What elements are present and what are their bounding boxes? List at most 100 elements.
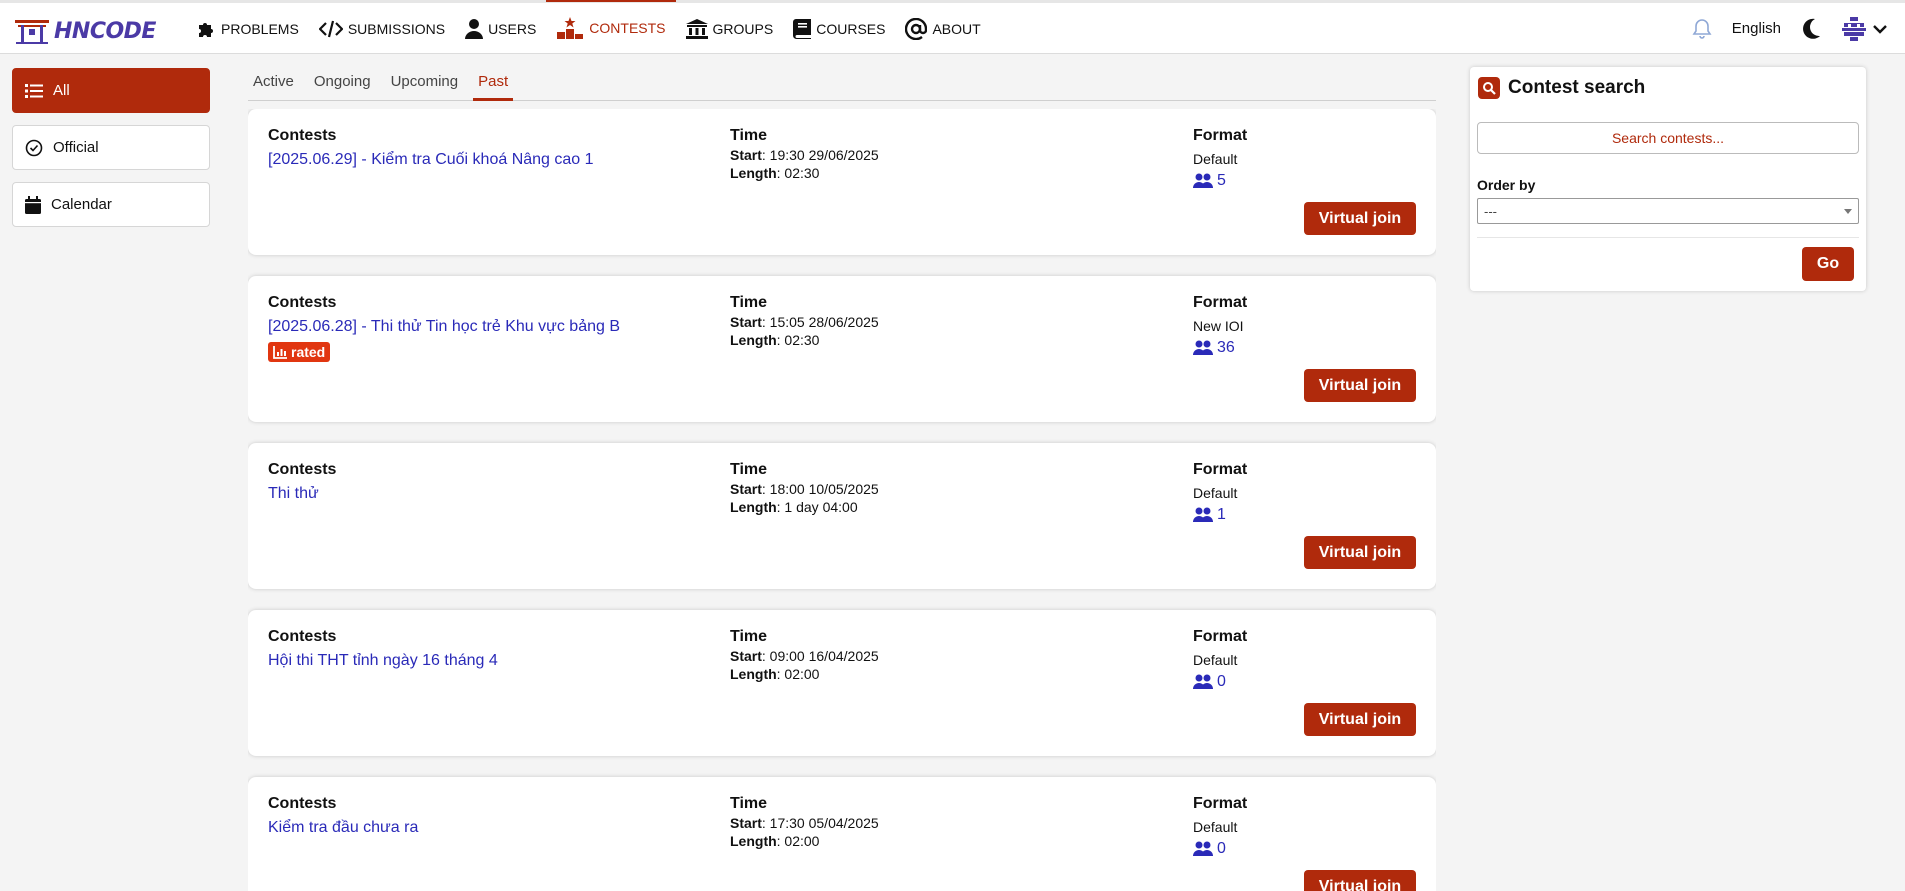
nav-label: GROUPS [712, 20, 774, 37]
rated-badge: rated [268, 342, 331, 362]
participant-count: 0 [1217, 840, 1226, 857]
nav-problems[interactable]: PROBLEMS [186, 3, 309, 54]
format-column: Format Default 0 [1193, 628, 1247, 691]
start-time: Start: 15:05 28/06/2025 [730, 314, 879, 330]
contest-column: Contests [2025.06.28] - Thi thử Tin học … [268, 294, 620, 364]
order-by-select[interactable]: --- [1477, 198, 1859, 224]
participant-count-link[interactable]: 5 [1193, 172, 1247, 190]
start-time: Start: 18:00 10/05/2025 [730, 481, 879, 497]
contest-search-panel: Contest search Order by --- Go [1470, 67, 1866, 291]
virtual-join-button[interactable]: Virtual join [1304, 703, 1416, 736]
institution-icon [685, 18, 708, 39]
calendar-icon [25, 195, 41, 214]
tab-past[interactable]: Past [473, 66, 514, 101]
nav-label: USERS [488, 20, 537, 37]
nav-contests[interactable]: CONTESTS [546, 0, 676, 54]
divider [1477, 237, 1859, 238]
at-icon [905, 17, 928, 40]
format-header: Format [1193, 795, 1248, 812]
participant-count-link[interactable]: 1 [1193, 506, 1247, 524]
users-icon [1193, 173, 1213, 188]
sidebar-item-official[interactable]: Official [12, 125, 210, 170]
format-column: Format Default 0 [1193, 795, 1247, 858]
time-column: Time Start: 09:00 16/04/2025 Length: 02:… [730, 628, 879, 682]
nav-submissions[interactable]: SUBMISSIONS [309, 3, 455, 54]
contests-header: Contests [268, 294, 337, 311]
contest-card: Contests Hội thi THT tỉnh ngày 16 tháng … [248, 610, 1436, 756]
contest-length: Length: 1 day 04:00 [730, 499, 858, 515]
nav-label: SUBMISSIONS [347, 20, 446, 37]
sidebar-item-label: Official [53, 139, 99, 156]
contest-list: Contests [2025.06.29] - Kiểm tra Cuối kh… [248, 109, 1436, 891]
moon-icon[interactable] [1801, 18, 1821, 40]
start-time: Start: 19:30 29/06/2025 [730, 147, 879, 163]
format-header: Format [1193, 461, 1248, 478]
nav-courses[interactable]: COURSES [783, 3, 895, 54]
bell-icon[interactable] [1692, 18, 1712, 40]
participant-count-link[interactable]: 0 [1193, 673, 1247, 691]
puzzle-icon [199, 22, 213, 37]
sidebar-item-all[interactable]: All [12, 68, 210, 113]
contests-header: Contests [268, 628, 337, 645]
user-menu[interactable] [1841, 15, 1887, 42]
gate-logo-icon [15, 20, 49, 44]
contest-name-link[interactable]: Kiểm tra đầu chưa ra [268, 819, 418, 837]
virtual-join-button[interactable]: Virtual join [1304, 536, 1416, 569]
top-navbar: HNCODE PROBLEMS SUBMISSIONS USERS CONTES… [0, 0, 1905, 54]
contest-length: Length: 02:00 [730, 833, 820, 849]
sidebar-item-label: All [53, 82, 70, 99]
time-header: Time [730, 294, 768, 311]
participant-count-link[interactable]: 36 [1193, 339, 1247, 357]
nav-label: CONTESTS [589, 20, 666, 36]
check-circle-icon [25, 139, 43, 156]
search-icon [1478, 77, 1500, 99]
time-header: Time [730, 127, 768, 144]
tab-upcoming[interactable]: Upcoming [386, 66, 464, 101]
participant-count: 0 [1217, 673, 1226, 690]
format-column: Format Default 5 [1193, 127, 1247, 190]
contest-filter-sidebar: All Official Calendar [12, 68, 210, 239]
site-logo[interactable]: HNCODE [14, 17, 156, 45]
virtual-join-button[interactable]: Virtual join [1304, 870, 1416, 891]
contest-format: Default [1193, 151, 1238, 167]
order-by-value: --- [1484, 203, 1497, 219]
nav-about[interactable]: ABOUT [895, 3, 990, 54]
participant-count-link[interactable]: 0 [1193, 840, 1247, 858]
contests-header: Contests [268, 795, 337, 812]
contest-name-link[interactable]: [2025.06.28] - Thi thử Tin học trẻ Khu v… [268, 318, 620, 336]
go-button[interactable]: Go [1802, 247, 1854, 281]
sidebar-item-calendar[interactable]: Calendar [12, 182, 210, 227]
virtual-join-button[interactable]: Virtual join [1304, 202, 1416, 235]
panel-title-text: Contest search [1508, 77, 1646, 98]
format-header: Format [1193, 628, 1248, 645]
contest-format: Default [1193, 819, 1238, 835]
chart-icon [273, 345, 287, 359]
code-icon [318, 20, 343, 37]
tab-active[interactable]: Active [248, 66, 299, 101]
contest-length: Length: 02:00 [730, 666, 820, 682]
participant-count: 5 [1217, 172, 1226, 189]
tab-ongoing[interactable]: Ongoing [309, 66, 376, 101]
start-time: Start: 17:30 05/04/2025 [730, 815, 879, 831]
contest-card: Contests [2025.06.29] - Kiểm tra Cuối kh… [248, 109, 1436, 255]
contest-name-link[interactable]: Thi thử [268, 485, 336, 503]
list-icon [25, 83, 43, 98]
contest-card: Contests Thi thử Time Start: 18:00 10/05… [248, 443, 1436, 589]
language-selector[interactable]: English [1732, 20, 1781, 37]
search-input[interactable] [1477, 122, 1859, 154]
nav-groups[interactable]: GROUPS [676, 3, 784, 54]
contest-card: Contests Kiểm tra đầu chưa ra Time Start… [248, 777, 1436, 891]
virtual-join-button[interactable]: Virtual join [1304, 369, 1416, 402]
time-header: Time [730, 461, 768, 478]
nav-users[interactable]: USERS [455, 3, 546, 54]
time-header: Time [730, 795, 768, 812]
logo-text: HNCODE [54, 18, 156, 44]
panel-title: Contest search [1478, 77, 1645, 99]
contest-card: Contests [2025.06.28] - Thi thử Tin học … [248, 276, 1436, 422]
contest-name-link[interactable]: Hội thi THT tỉnh ngày 16 tháng 4 [268, 652, 498, 670]
chevron-down-icon [1873, 24, 1887, 34]
contest-column: Contests Thi thử [268, 461, 336, 503]
nav-label: ABOUT [932, 20, 981, 37]
main-nav: PROBLEMS SUBMISSIONS USERS CONTESTS GROU… [186, 0, 991, 54]
contest-name-link[interactable]: [2025.06.29] - Kiểm tra Cuối khoá Nâng c… [268, 151, 594, 169]
